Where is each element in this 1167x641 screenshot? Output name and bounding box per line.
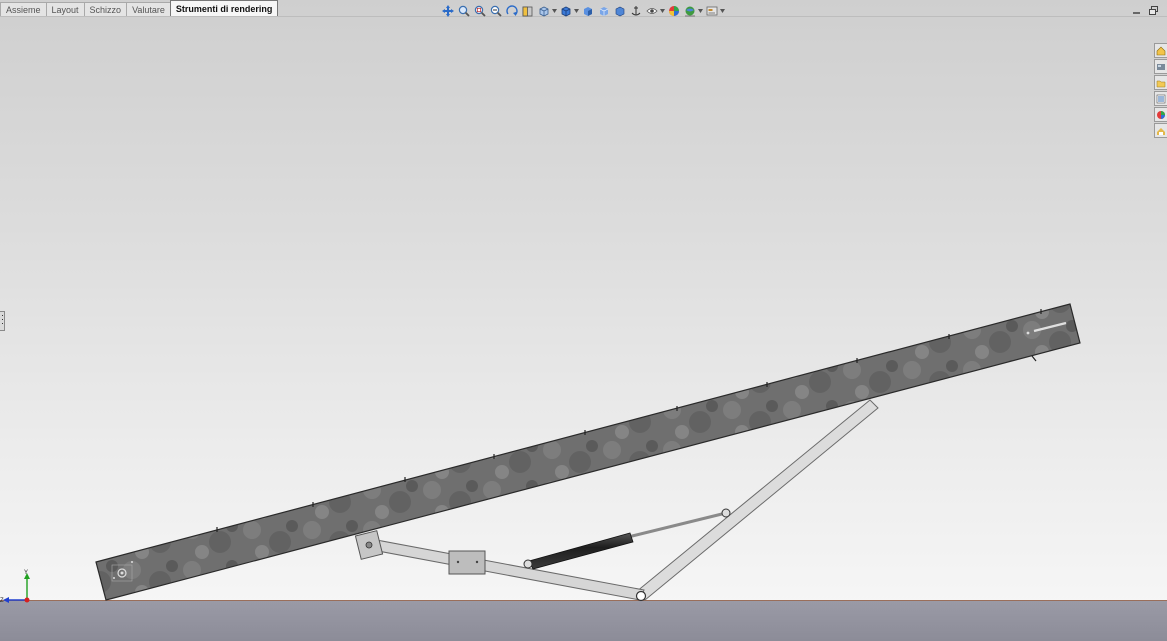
plate-bolt (456, 560, 460, 564)
plate-bolt (475, 560, 479, 564)
ground-pivot-pin (635, 590, 647, 602)
triad-y-label: Y (24, 570, 28, 576)
triad-x-axis (24, 597, 30, 603)
triad-z-label: Z (0, 598, 4, 604)
conveyor-beam (95, 303, 1081, 601)
triad-z-arrow-icon (3, 597, 9, 603)
reference-triad: Y Z (0, 570, 30, 604)
model-viewport[interactable] (0, 0, 1167, 640)
connecting-plate (448, 550, 486, 575)
gas-spring-actuator (523, 508, 731, 570)
hinge-bracket (354, 530, 384, 560)
